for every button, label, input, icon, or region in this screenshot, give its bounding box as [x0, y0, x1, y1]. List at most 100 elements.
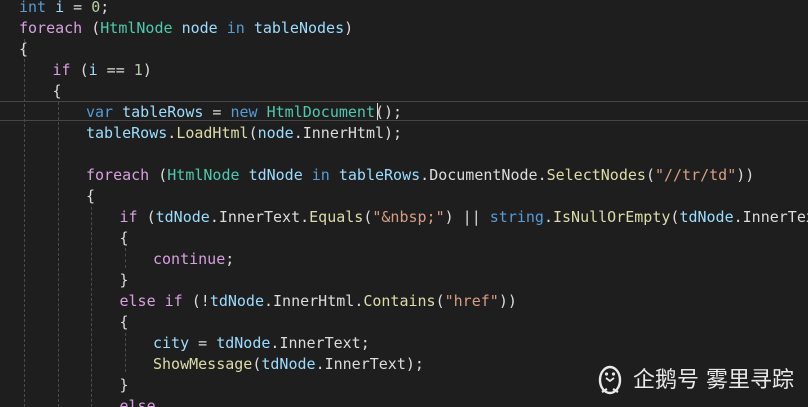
code-token: int [19, 0, 47, 16]
code-token: foreach [86, 166, 150, 184]
code-editor[interactable]: int i = 0; foreach (HtmlNode node in tabl… [0, 0, 808, 407]
code-token: node [181, 19, 218, 37]
code-token: ( [137, 208, 156, 226]
code-token: "&nbsp;" [372, 208, 445, 226]
code-line: if (i == 1) [53, 60, 152, 81]
code-token: (); [375, 103, 403, 121]
code-token: . [543, 208, 553, 226]
code-line: continue; [153, 249, 234, 270]
code-token: in [311, 166, 330, 184]
code-line: int i = 0; [19, 0, 109, 18]
code-token: ) [142, 61, 152, 79]
code-token: 1 [133, 61, 143, 79]
code-token: } [119, 271, 129, 289]
code-line: { [86, 186, 95, 207]
code-token: if [164, 292, 183, 310]
code-token: in [226, 19, 245, 37]
code-token: HtmlDocument [266, 103, 375, 121]
code-token: InnerText [742, 208, 808, 226]
indent-guide [58, 102, 59, 407]
code-token: tableNodes [253, 19, 345, 37]
code-token: tableRows [86, 124, 168, 142]
code-token: ) || [444, 208, 490, 226]
code-token: )) [736, 166, 755, 184]
code-token: node [257, 124, 294, 142]
code-token: LoadHtml [176, 124, 249, 142]
code-token: ( [70, 61, 89, 79]
indent-guide [125, 248, 126, 268]
code-token: = [203, 103, 231, 121]
code-token: ( [82, 19, 101, 37]
code-token: foreach [19, 19, 83, 37]
code-token: { [19, 40, 29, 58]
text-cursor [377, 103, 378, 120]
code-token: else [119, 397, 156, 407]
code-token: SelectNodes [546, 166, 646, 184]
code-token: { [119, 313, 129, 331]
code-line: { [19, 39, 28, 60]
code-token: InnerText [324, 355, 406, 373]
code-token: { [86, 187, 96, 205]
code-token: else [119, 292, 156, 310]
code-token: 0 [91, 0, 101, 16]
code-token: tdNode [248, 166, 303, 184]
code-token: DocumentNode [429, 166, 538, 184]
code-token: ; [360, 334, 370, 352]
code-line: tableRows.LoadHtml(node.InnerHtml); [86, 123, 402, 144]
code-token: . [300, 208, 310, 226]
code-token: InnerText [218, 208, 301, 226]
code-token: ; [100, 0, 110, 16]
code-token: tdNode [216, 334, 271, 352]
code-token: ) [344, 19, 354, 37]
code-line: { [120, 312, 129, 333]
code-token: ); [405, 355, 424, 373]
code-token: . [209, 208, 219, 226]
code-token: . [733, 208, 743, 226]
code-token: )) [498, 292, 517, 310]
code-token: HtmlNode [100, 19, 173, 37]
code-line: else [120, 396, 156, 407]
watermark: 企鹅号 雾里寻踪 [595, 361, 794, 395]
code-token: InnerHtml [273, 292, 355, 310]
code-token: var [86, 103, 114, 121]
code-token: Contains [363, 292, 436, 310]
code-token: { [119, 229, 129, 247]
code-line: foreach (HtmlNode tdNode in tableRows.Do… [86, 165, 754, 186]
code-token: ShowMessage [153, 355, 253, 373]
code-token: tdNode [261, 355, 316, 373]
code-token: tdNode [209, 292, 264, 310]
code-token: . [167, 124, 177, 142]
code-token: HtmlNode [167, 166, 240, 184]
code-token: . [264, 292, 274, 310]
code-token: = [64, 0, 92, 16]
code-token: { [52, 82, 62, 100]
code-line: foreach (HtmlNode node in tableNodes) [19, 18, 353, 39]
indent-guide [24, 39, 25, 407]
code-token: string [489, 208, 544, 226]
indent-guide [91, 207, 92, 407]
code-token: i [88, 61, 98, 79]
code-token: i [55, 0, 65, 16]
code-line: { [53, 81, 62, 102]
code-token: = [189, 334, 217, 352]
code-token: tdNode [679, 208, 734, 226]
code-token: IsNullOrEmpty [553, 208, 671, 226]
code-token: "href" [444, 292, 499, 310]
code-token: . [537, 166, 547, 184]
code-token: tableRows [338, 166, 421, 184]
code-token: tdNode [155, 208, 210, 226]
code-token: . [420, 166, 430, 184]
code-token: . [354, 292, 364, 310]
code-token: . [315, 355, 325, 373]
code-line: { [120, 228, 129, 249]
code-token: if [52, 61, 71, 79]
